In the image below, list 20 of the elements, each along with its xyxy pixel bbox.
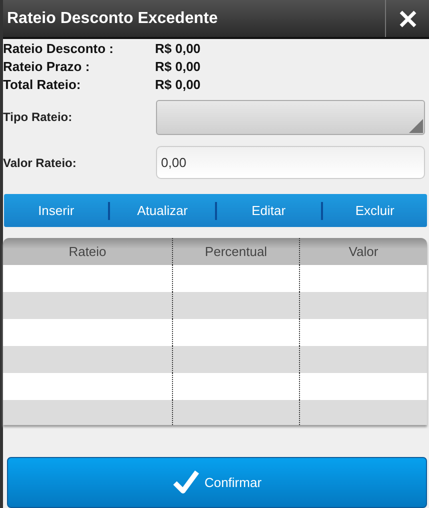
window-title: Rateio Desconto Excedente — [6, 8, 219, 29]
toolbar-button[interactable]: Atualizar — [110, 194, 214, 228]
column-header: Valor — [348, 243, 380, 262]
summary-value: R$ 0,00 — [155, 41, 202, 58]
toolbar-button[interactable]: Excluir — [322, 194, 427, 228]
summary-label: Rateio Desconto : — [3, 41, 115, 58]
field-label: Tipo Rateio: — [3, 110, 74, 124]
checkmark-icon — [172, 469, 200, 496]
dropdown-field[interactable] — [156, 100, 425, 135]
field-label: Valor Rateio: — [3, 156, 78, 170]
input-field[interactable]: 0,00 — [156, 146, 425, 180]
toolbar-button[interactable]: Editar — [216, 194, 321, 228]
confirm-button[interactable]: Confirmar — [7, 456, 427, 508]
summary-value: R$ 0,00 — [155, 77, 202, 94]
close-icon — [398, 10, 416, 28]
summary-label: Total Rateio: — [3, 77, 82, 94]
summary-label: Rateio Prazo : — [3, 59, 91, 76]
corner-triangle-icon — [409, 118, 423, 133]
summary-value: R$ 0,00 — [155, 59, 202, 76]
toolbar-button[interactable]: Inserir — [4, 194, 108, 228]
